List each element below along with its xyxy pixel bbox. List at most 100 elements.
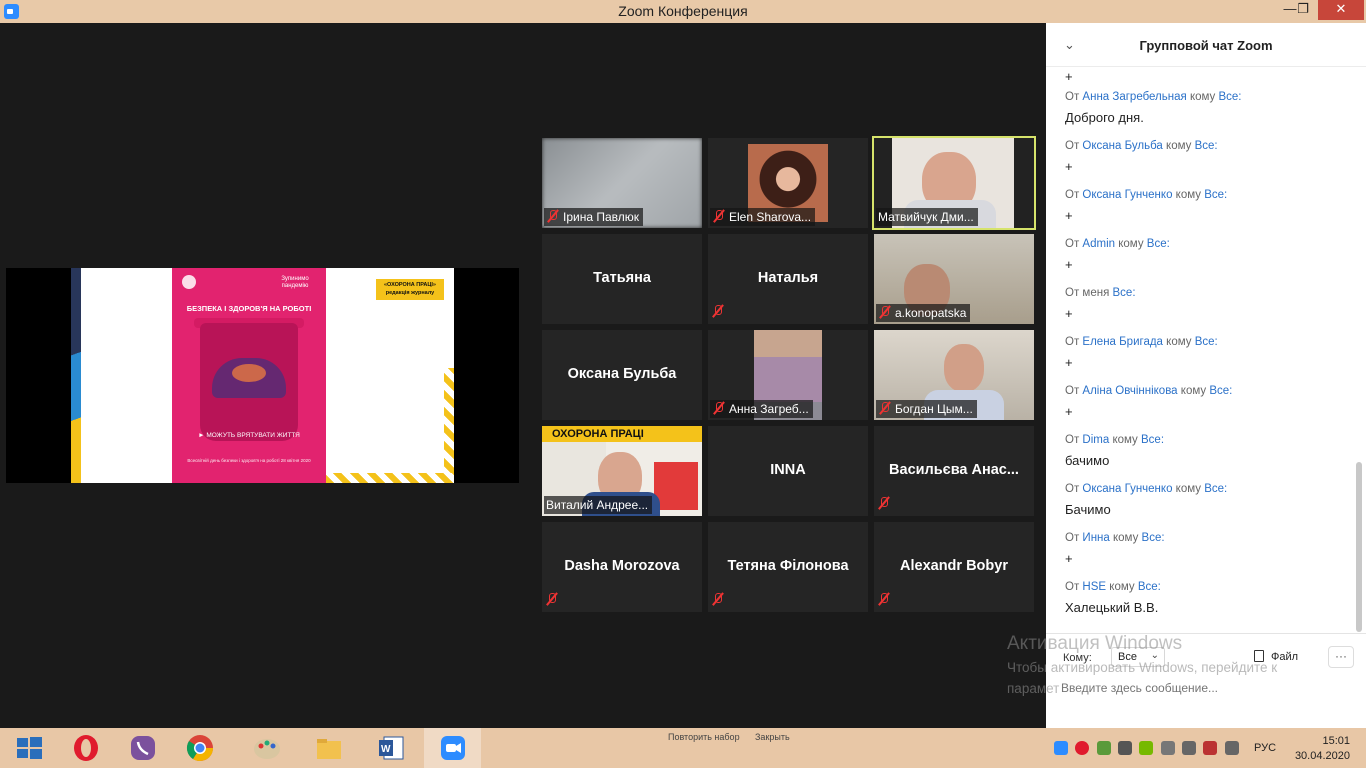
participant-name-tag: a.konopatska [876, 304, 971, 322]
taskbar-hint-redial: Повторить набор [668, 732, 740, 742]
sender-name[interactable]: Оксана Гунченко [1082, 483, 1172, 495]
muted-mic-icon [711, 303, 728, 321]
muted-mic-icon [712, 401, 726, 415]
muted-mic-icon [546, 209, 560, 223]
shared-screen[interactable]: Зупинимо пандемію БЕЗПЕКА І ЗДОРОВ'Я НА … [6, 268, 519, 483]
taskbar-opera[interactable] [57, 728, 114, 768]
recipient-name[interactable]: Все: [1142, 532, 1165, 544]
chat-messages[interactable]: + От Анна Загребельная кому Все: Доброго … [1046, 67, 1351, 633]
speech-icon[interactable] [1118, 740, 1133, 755]
flag-icon[interactable] [1203, 740, 1218, 755]
video-tile[interactable]: Alexandr Bobyr [874, 522, 1034, 612]
sender-name[interactable]: Елена Бригада [1082, 336, 1163, 348]
muted-mic-icon [545, 591, 562, 609]
slide-hazard-stripe-bottom [326, 473, 454, 483]
video-tile[interactable]: Dasha Morozova [542, 522, 702, 612]
muted-mic-icon [877, 495, 894, 513]
windows-logo-icon [17, 737, 42, 759]
participant-name-tag: Виталий Андрее... [544, 496, 653, 514]
sender-name[interactable]: HSE [1082, 581, 1106, 593]
recipient-name[interactable]: Все: [1195, 140, 1218, 152]
taskbar-zoom[interactable] [424, 728, 481, 768]
chat-message-text: + [1065, 208, 1073, 223]
opera-icon [74, 735, 98, 761]
poster-title: БЕЗПЕКА І ЗДОРОВ'Я НА РОБОТІ [186, 304, 312, 313]
chat-message-meta: От Елена Бригада кому Все: [1065, 336, 1218, 352]
participant-name-tag: Ірина Павлюк [544, 208, 643, 226]
device-icon[interactable] [1160, 740, 1175, 755]
chat-message-meta: От Оксана Гунченко кому Все: [1065, 483, 1227, 499]
chat-message-text: + [1065, 404, 1073, 419]
to-word: кому [1109, 581, 1135, 593]
recipient-name[interactable]: Все: [1218, 91, 1241, 103]
muted-mic-icon [712, 209, 726, 223]
video-tile[interactable]: Elen Sharova... [708, 138, 868, 228]
recipient-name[interactable]: Все: [1147, 238, 1170, 250]
sender-name[interactable]: Dima [1082, 434, 1109, 446]
chat-message-text: бачимо [1065, 453, 1110, 468]
sender-name[interactable]: Анна Загребельная [1082, 91, 1186, 103]
to-word: кому [1175, 189, 1202, 201]
video-tile[interactable]: a.konopatska [874, 234, 1034, 324]
chat-message-meta: От Аліна Овчіннікова кому Все: [1065, 385, 1232, 401]
sender-name[interactable]: Оксана Бульба [1082, 140, 1162, 152]
video-tile[interactable]: Анна Загреб... [708, 330, 868, 420]
chat-scrollbar[interactable] [1356, 67, 1362, 633]
recipient-name[interactable]: Все: [1138, 581, 1161, 593]
watermark-line: парамет [1007, 681, 1060, 696]
video-tile[interactable]: Татьяна [542, 234, 702, 324]
to-word: кому [1180, 385, 1207, 397]
newspaper-masthead: ОХОРОНА ПРАЦІ [542, 426, 702, 442]
taskbar-word[interactable]: W [362, 728, 419, 768]
sender-name[interactable]: Оксана Гунченко [1082, 189, 1172, 201]
video-tile[interactable]: Тетяна Філонова [708, 522, 868, 612]
taskbar-chrome[interactable] [171, 728, 228, 768]
recipient-name[interactable]: Все: [1113, 287, 1136, 299]
clock[interactable]: 15:01 30.04.2020 [1290, 734, 1350, 764]
windows-activation-text: Чтобы активировать Windows, перейдите к п… [1007, 657, 1347, 699]
chat-message: От Оксана Гунченко кому Все: + [1065, 189, 1227, 223]
network-icon[interactable] [1182, 740, 1197, 755]
folder-icon [317, 739, 341, 759]
video-tile[interactable]: Наталья [708, 234, 868, 324]
zoom-tray-icon[interactable] [1054, 740, 1068, 755]
from-word: От [1065, 385, 1080, 397]
system-tray [1054, 740, 1243, 755]
video-tile-active-speaker[interactable]: Матвийчук Дми... [872, 136, 1036, 230]
word-icon: W [379, 736, 404, 760]
restore-button[interactable]: ❐ [1290, 0, 1316, 20]
video-tile[interactable]: Васильєва Анас... [874, 426, 1034, 516]
video-tile[interactable]: Оксана Бульба [542, 330, 702, 420]
from-word: От [1065, 91, 1080, 103]
sender-name[interactable]: Инна [1082, 532, 1109, 544]
taskbar-explorer[interactable] [300, 728, 357, 768]
recipient-name[interactable]: Все: [1209, 385, 1232, 397]
recipient-name[interactable]: Все: [1204, 189, 1227, 201]
taskbar-viber[interactable] [114, 728, 171, 768]
participant-name-tag: Анна Загреб... [710, 400, 813, 418]
taskbar-paint[interactable] [238, 728, 295, 768]
input-language[interactable]: РУС [1254, 742, 1276, 754]
recipient-name[interactable]: Все: [1195, 336, 1218, 348]
scrollbar-thumb[interactable] [1356, 462, 1362, 632]
window-titlebar: Zoom Конференция — ❐ ✕ [0, 0, 1366, 23]
opera-tray-icon[interactable] [1075, 740, 1090, 755]
volume-icon[interactable] [1224, 740, 1239, 755]
video-tile[interactable]: ОХОРОНА ПРАЦІ Виталий Андрее... [542, 426, 702, 516]
to-word: кому [1118, 238, 1144, 250]
sender-name[interactable]: Аліна Овчіннікова [1082, 385, 1177, 397]
start-button[interactable] [0, 728, 57, 768]
sender-name[interactable]: Admin [1082, 238, 1115, 250]
nvidia-icon[interactable] [1139, 740, 1154, 755]
video-tile[interactable]: INNA [708, 426, 868, 516]
video-tile[interactable]: Ірина Павлюк [542, 138, 702, 228]
close-button[interactable]: ✕ [1318, 0, 1364, 20]
recipient-name[interactable]: Все: [1204, 483, 1227, 495]
recipient-name[interactable]: Все: [1141, 434, 1164, 446]
chat-message-meta: От Оксана Бульба кому Все: [1065, 140, 1218, 156]
shield-icon[interactable] [1096, 740, 1111, 755]
video-tile[interactable]: Богдан Цым... [874, 330, 1034, 420]
zoom-icon [441, 736, 465, 760]
palette-icon [254, 739, 280, 759]
participant-name: Тетяна Філонова [727, 558, 849, 574]
